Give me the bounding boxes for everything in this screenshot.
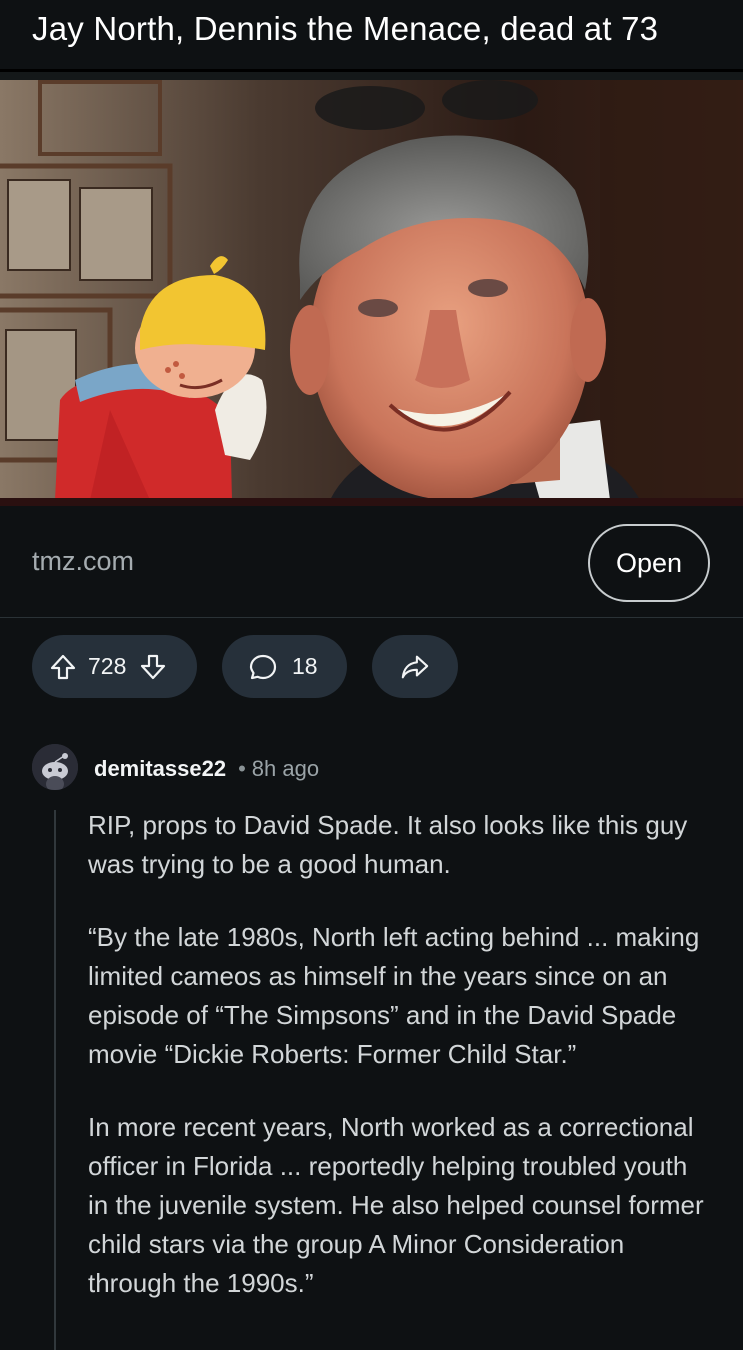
meta-separator: • xyxy=(238,756,246,781)
post-title[interactable]: Jay North, Dennis the Menace, dead at 73 xyxy=(32,10,658,48)
post-image[interactable] xyxy=(0,80,743,500)
upvote-icon[interactable] xyxy=(48,652,78,682)
comment-count: 18 xyxy=(292,653,318,679)
downvote-icon[interactable] xyxy=(138,652,168,682)
comment-age: 8h ago xyxy=(251,756,320,781)
image-bottom-border xyxy=(0,498,743,506)
share-button[interactable] xyxy=(372,635,458,698)
open-link-button[interactable]: Open xyxy=(588,524,710,602)
vote-score: 728 xyxy=(88,653,127,679)
comment-author[interactable]: demitasse22 xyxy=(94,756,226,781)
link-row: tmz.com Open xyxy=(0,506,743,618)
comment-body: RIP, props to David Spade. It also looks… xyxy=(88,806,708,1337)
comment-meta: demitasse22 • 8h ago xyxy=(94,756,319,782)
post-actions-bar: 728 18 xyxy=(0,618,743,728)
user-avatar[interactable] xyxy=(32,744,78,790)
thread-line[interactable] xyxy=(54,810,56,1350)
comments-button[interactable]: 18 xyxy=(222,635,347,698)
speech-bubble-icon xyxy=(248,652,278,682)
vote-pill: 728 xyxy=(32,635,197,698)
comment-paragraph: RIP, props to David Spade. It also looks… xyxy=(88,810,688,879)
link-domain[interactable]: tmz.com xyxy=(32,546,134,577)
post-title-bar: Jay North, Dennis the Menace, dead at 73 xyxy=(0,0,743,72)
comment: demitasse22 • 8h ago RIP, props to David S… xyxy=(0,728,743,1350)
comment-paragraph: In more recent years, North worked as a … xyxy=(88,1112,704,1298)
comment-paragraph: “By the late 1980s, North left acting be… xyxy=(88,922,700,1069)
share-arrow-icon xyxy=(400,652,430,682)
image-top-border xyxy=(0,72,743,80)
